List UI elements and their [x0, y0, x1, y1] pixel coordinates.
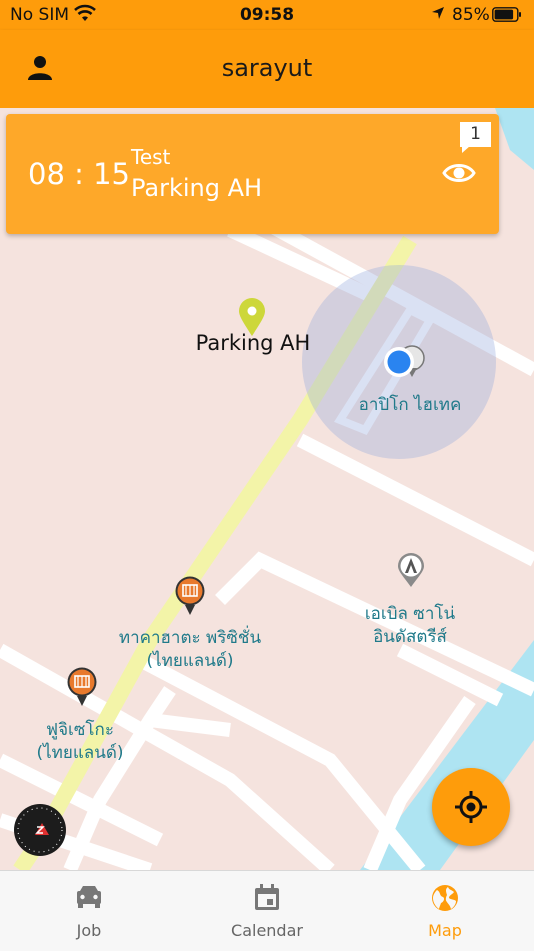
poi-label-fujiseiko-2: (ไทยแลนด์) [36, 743, 124, 763]
tab-map[interactable]: Map [356, 871, 534, 951]
job-place: Parking AH [131, 174, 263, 202]
job-subject: Test [131, 145, 171, 169]
poi-label-takahata-1: ทาคาฮาตะ พริซิชั่น [118, 628, 262, 648]
eye-icon[interactable] [442, 160, 476, 186]
tab-job[interactable]: Job [0, 871, 178, 951]
current-location-dot [384, 347, 414, 377]
tab-calendar[interactable]: Calendar [178, 871, 356, 951]
tab-map-label: Map [428, 921, 462, 940]
poi-label-able-1: เอเบิล ซาโน่ [364, 604, 456, 624]
location-arrow-icon [432, 7, 444, 19]
crosshair-icon [455, 791, 487, 823]
parking-label: Parking AH [195, 331, 311, 355]
message-count-badge[interactable]: 1 [460, 122, 491, 153]
tab-calendar-label: Calendar [231, 921, 303, 940]
page-title: sarayut [221, 54, 313, 82]
poi-able-pin-icon [398, 553, 424, 587]
battery-icon [492, 7, 521, 22]
poi-label-able-2: อินดัสตรีส์ [373, 627, 447, 647]
calendar-icon [255, 884, 279, 910]
compass-icon[interactable] [13, 803, 67, 857]
poi-fujiseiko-factory-icon [67, 667, 97, 706]
battery-text: 85% [452, 5, 490, 25]
job-time: 08 : 15 [28, 157, 131, 191]
poi-label-apico: อาปิโก ไฮเทค [358, 395, 462, 415]
tab-bar: Job Calendar Map [0, 870, 534, 951]
tab-job-label: Job [76, 921, 102, 940]
poi-label-takahata-2: (ไทยแลนด์) [146, 651, 234, 671]
job-card[interactable]: 08 : 15 Test Parking AH [6, 114, 499, 234]
globe-icon [432, 885, 458, 911]
car-icon [77, 886, 101, 908]
locate-me-button[interactable] [432, 768, 510, 846]
poi-takahata-factory-icon [175, 576, 205, 615]
app-bar: sarayut [0, 30, 534, 108]
status-bar: No SIM 09:58 85% [0, 0, 534, 30]
poi-label-fujiseiko-1: ฟูจิเซโกะ [46, 720, 114, 740]
